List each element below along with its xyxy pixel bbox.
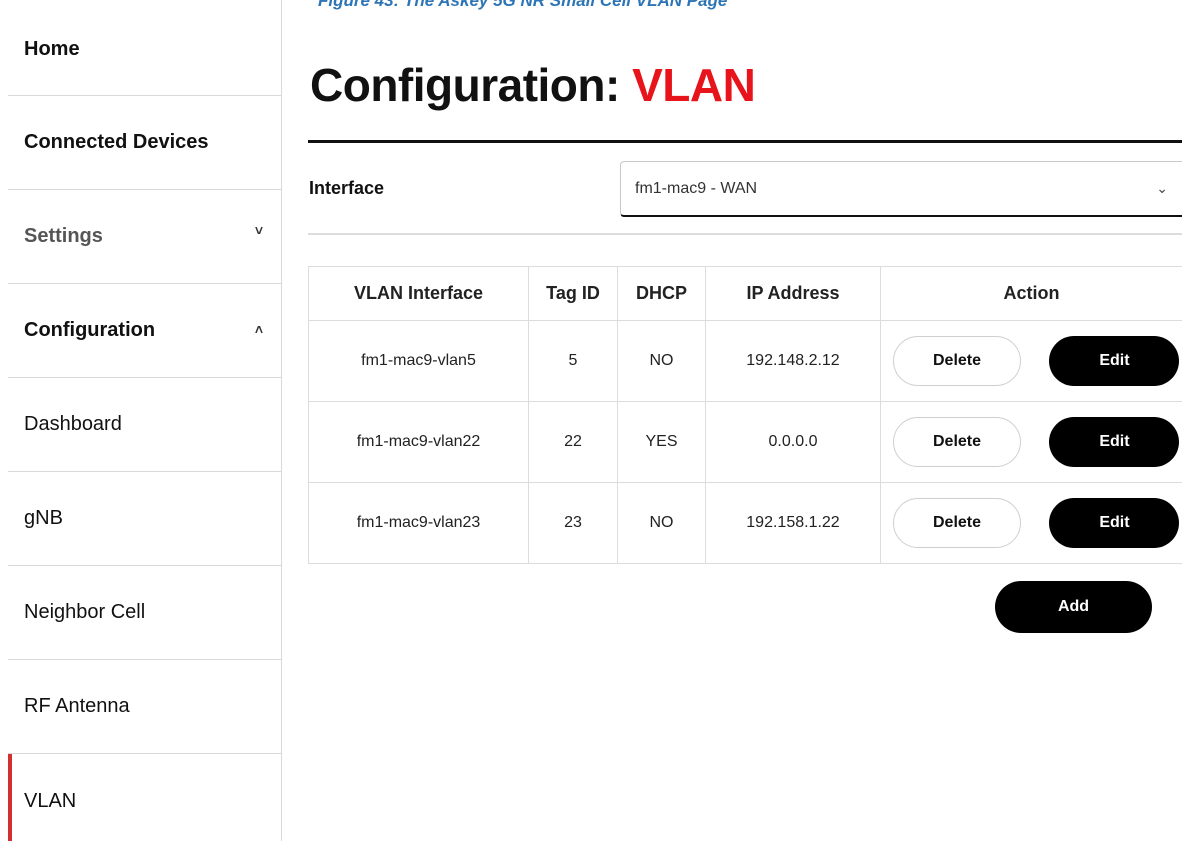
sidebar-item-vlan[interactable]: VLAN	[8, 754, 281, 841]
sidebar-item-rf-antenna[interactable]: RF Antenna	[8, 660, 281, 754]
vlan-table: VLAN Interface Tag ID DHCP IP Address Ac…	[308, 266, 1182, 564]
cell-vlan-interface: fm1-mac9-vlan23	[308, 482, 529, 564]
column-header-tag-id: Tag ID	[528, 266, 618, 321]
column-header-action: Action	[880, 266, 1182, 321]
sidebar-item-connected-devices[interactable]: Connected Devices	[8, 96, 281, 190]
cell-ip-address: 0.0.0.0	[705, 401, 881, 483]
cell-action: Delete Edit	[880, 320, 1182, 402]
sidebar-item-gnb[interactable]: gNB	[8, 472, 281, 566]
delete-button[interactable]: Delete	[893, 417, 1021, 467]
sidebar-item-label: gNB	[24, 507, 63, 529]
sidebar-item-dashboard[interactable]: Dashboard	[8, 378, 281, 472]
sidebar-item-label: VLAN	[24, 789, 77, 812]
page-title-prefix: Configuration:	[310, 59, 620, 111]
edit-button[interactable]: Edit	[1049, 336, 1180, 386]
table-header-row: VLAN Interface Tag ID DHCP IP Address Ac…	[308, 266, 1182, 321]
cell-ip-address: 192.158.1.22	[705, 482, 881, 564]
add-button[interactable]: Add	[995, 581, 1152, 633]
column-header-dhcp: DHCP	[617, 266, 706, 321]
figure-caption: Figure 43: The Askey 5G NR Small Cell VL…	[318, 0, 728, 10]
cell-vlan-interface: fm1-mac9-vlan5	[308, 320, 529, 402]
chevron-down-icon: ˅	[254, 222, 263, 239]
cell-dhcp: NO	[617, 482, 706, 564]
cell-ip-address: 192.148.2.12	[705, 320, 881, 402]
cell-tag-id: 23	[528, 482, 618, 564]
sidebar-item-label: Dashboard	[24, 413, 122, 435]
sidebar-item-settings[interactable]: Settings ˅	[8, 190, 281, 284]
cell-tag-id: 22	[528, 401, 618, 483]
cell-vlan-interface: fm1-mac9-vlan22	[308, 401, 529, 483]
interface-label: Interface	[309, 178, 385, 198]
interface-select[interactable]: fm1-mac9 - WAN ⌄	[620, 161, 1182, 217]
page-title: Configuration: VLAN	[310, 58, 756, 112]
interface-select-value: fm1-mac9 - WAN	[635, 179, 758, 197]
table-row: fm1-mac9-vlan23 23 NO 192.158.1.22 Delet…	[308, 482, 1182, 564]
title-divider	[308, 140, 1182, 143]
table-row: fm1-mac9-vlan22 22 YES 0.0.0.0 Delete Ed…	[308, 401, 1182, 483]
delete-button[interactable]: Delete	[893, 336, 1021, 386]
sidebar-item-label: Home	[24, 38, 80, 60]
page-title-accent: VLAN	[632, 59, 756, 111]
column-header-vlan-interface: VLAN Interface	[308, 266, 529, 321]
sidebar-item-neighbor-cell[interactable]: Neighbor Cell	[8, 566, 281, 660]
section-divider	[308, 233, 1182, 235]
delete-button[interactable]: Delete	[893, 498, 1021, 548]
edit-button[interactable]: Edit	[1049, 417, 1180, 467]
sidebar-item-home[interactable]: Home	[8, 0, 281, 96]
sidebar-item-configuration[interactable]: Configuration ˄	[8, 284, 281, 378]
sidebar-item-label: Connected Devices	[24, 131, 209, 153]
cell-tag-id: 5	[528, 320, 618, 402]
column-header-ip-address: IP Address	[705, 266, 881, 321]
sidebar: Home Connected Devices Settings ˅ Config…	[8, 0, 282, 841]
chevron-down-icon: ⌄	[1156, 180, 1168, 196]
cell-action: Delete Edit	[880, 482, 1182, 564]
cell-dhcp: YES	[617, 401, 706, 483]
sidebar-item-label: Configuration	[24, 319, 156, 341]
chevron-up-icon: ˄	[254, 320, 263, 337]
sidebar-item-label: Settings	[24, 225, 103, 247]
cell-action: Delete Edit	[880, 401, 1182, 483]
edit-button[interactable]: Edit	[1049, 498, 1180, 548]
cell-dhcp: NO	[617, 320, 706, 402]
sidebar-item-label: RF Antenna	[24, 695, 130, 717]
sidebar-item-label: Neighbor Cell	[24, 601, 146, 623]
table-row: fm1-mac9-vlan5 5 NO 192.148.2.12 Delete …	[308, 320, 1182, 402]
